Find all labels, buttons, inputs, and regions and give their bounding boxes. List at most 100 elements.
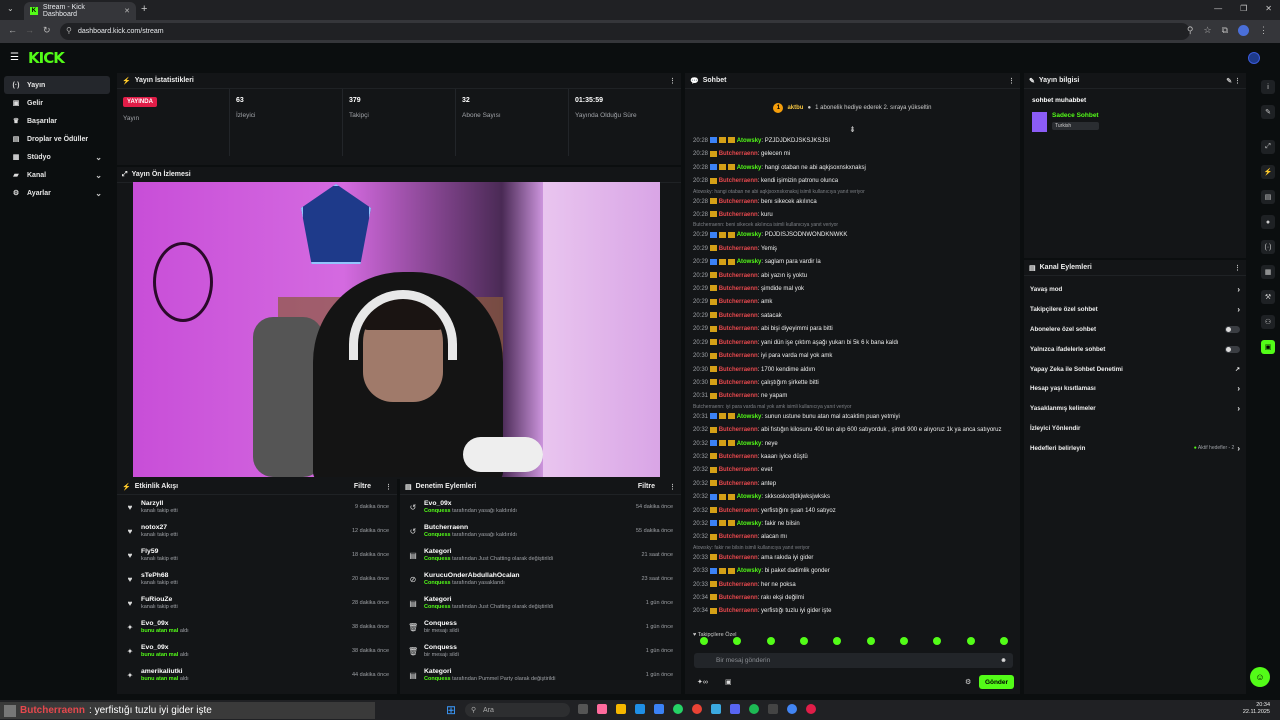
- chat-username[interactable]: Atowsky: [737, 138, 762, 144]
- users-icon[interactable]: ⚇: [1261, 315, 1275, 329]
- chat-message[interactable]: 20:33 Butcherraenn: ama rakıda iyi gider: [685, 552, 1020, 565]
- activity-row[interactable]: ♥ Fly59 kanalı takip etti 18 dakika önce: [117, 543, 397, 567]
- chat-username[interactable]: Butcherraenn: [719, 467, 758, 473]
- kick-plugin-icon[interactable]: ▣: [1261, 340, 1275, 354]
- activity-user[interactable]: FuRiouZe: [141, 596, 178, 603]
- list-icon[interactable]: ▤: [1261, 190, 1275, 204]
- forward-icon[interactable]: →: [25, 25, 34, 35]
- emote-icon[interactable]: [933, 637, 942, 645]
- chat-message[interactable]: 20:28 Butcherraenn: kendi işimizin patro…: [685, 175, 1020, 188]
- chat-message[interactable]: 20:32 Atowsky: fakir ne bilsin: [685, 518, 1020, 531]
- layout-icon[interactable]: ▦: [1261, 265, 1275, 279]
- whatsapp-icon[interactable]: [673, 704, 683, 714]
- chat-username[interactable]: Butcherraenn: [719, 151, 758, 157]
- emote-icon[interactable]: [700, 637, 708, 645]
- sidebar-item-droplar[interactable]: ▤ Droplar ve Ödüller: [4, 130, 110, 148]
- chat-message-input[interactable]: Bir mesaj gönderin ☻: [694, 653, 1013, 668]
- chat-message[interactable]: 20:33 Atowsky: bi paket dadimlik gonder: [685, 565, 1020, 578]
- task-view-icon[interactable]: [578, 704, 588, 714]
- chat-users-icon[interactable]: ▣: [725, 678, 732, 686]
- filter-button[interactable]: Filtre: [638, 483, 655, 490]
- activity-row[interactable]: ✦ amerikaliutki bunu atan mal aldı 44 dakik…: [117, 663, 397, 687]
- chat-username[interactable]: Butcherraenn: [719, 508, 758, 514]
- channel-action-item[interactable]: Yalnızca ifadelerle sohbet: [1024, 339, 1246, 359]
- chrome-icon[interactable]: [692, 704, 702, 714]
- moderation-target[interactable]: Evo_09x: [424, 500, 517, 507]
- sidebar-item-ayarlar[interactable]: ⚙ Ayarlar ⌄: [4, 184, 110, 202]
- spotify-icon[interactable]: [749, 704, 759, 714]
- chat-message[interactable]: 20:29 Butcherraenn: abi bişi diyeyimmi p…: [685, 323, 1020, 336]
- moderation-target[interactable]: Kategori: [424, 668, 555, 675]
- chat-message[interactable]: 20:29 Atowsky: saglam para vardir la: [685, 256, 1020, 269]
- chat-username[interactable]: Butcherraenn: [719, 313, 758, 319]
- activity-user[interactable]: Fly59: [141, 548, 178, 555]
- app-icon[interactable]: [806, 704, 816, 714]
- chrome-profile-icon[interactable]: [787, 704, 797, 714]
- activity-row[interactable]: ✦ Evo_09x bunu atan mal aldı 38 dakika önce: [117, 615, 397, 639]
- emote-icon[interactable]: [733, 637, 742, 645]
- chat-username[interactable]: Butcherraenn: [719, 427, 758, 433]
- pin-icon[interactable]: ⇟: [685, 126, 1020, 135]
- activity-row[interactable]: ♥ notox27 kanalı takip etti 12 dakika önce: [117, 519, 397, 543]
- chat-message[interactable]: 20:32 Atowsky: skksoskod|dkjwksjwksks: [685, 491, 1020, 504]
- chat-message[interactable]: 20:29 Butcherraenn: abi yazın iş yoktu: [685, 270, 1020, 283]
- activity-user[interactable]: Narzyll: [141, 500, 178, 507]
- moderation-row[interactable]: ↺ Butcherraenn Conquess tarafından yasağı …: [400, 519, 681, 543]
- chat-message[interactable]: 20:28 Butcherraenn: kuru: [685, 209, 1020, 222]
- broadcast-icon[interactable]: (·): [1261, 240, 1275, 254]
- more-options-icon[interactable]: ⋮: [385, 483, 392, 491]
- toggle-switch[interactable]: [1225, 325, 1240, 333]
- wrench-icon[interactable]: ⚒: [1261, 290, 1275, 304]
- activity-user[interactable]: notox27: [141, 524, 178, 531]
- moderation-target[interactable]: Kategori: [424, 548, 553, 555]
- chat-message[interactable]: 20:33 Butcherraenn: her ne poksa: [685, 579, 1020, 592]
- kick-logo[interactable]: KICK: [28, 49, 65, 67]
- moderation-row[interactable]: ↺ Evo_09x Conquess tarafından yasağı kaldı…: [400, 495, 681, 519]
- chat-message[interactable]: 20:34 Butcherraenn: rakı ekşi değilmi: [685, 592, 1020, 605]
- chat-username[interactable]: Butcherraenn: [719, 555, 758, 561]
- chat-message[interactable]: 20:30 Butcherraenn: çalıştığım şirkette …: [685, 377, 1020, 390]
- info-icon[interactable]: i: [1261, 80, 1275, 94]
- chat-message[interactable]: 20:32 Butcherraenn: evet: [685, 464, 1020, 477]
- chat-username[interactable]: Butcherraenn: [719, 178, 758, 184]
- taskbar-search[interactable]: ⚲ Ara: [465, 703, 570, 717]
- activity-row[interactable]: ✦ Evo_09x bunu atan mal aldı 38 dakika önce: [117, 639, 397, 663]
- more-options-icon[interactable]: ⋮: [1234, 264, 1241, 272]
- chat-username[interactable]: Atowsky: [737, 441, 762, 447]
- chat-username[interactable]: Butcherraenn: [719, 286, 758, 292]
- moderation-row[interactable]: 🗑 Conquess bir mesajı sildi 1 gün önce: [400, 639, 681, 663]
- moderation-row[interactable]: ▤ Kategori Conquess tarafından Pummel Part…: [400, 663, 681, 687]
- back-icon[interactable]: ←: [8, 25, 17, 35]
- chat-username[interactable]: Atowsky: [737, 259, 762, 265]
- chat-message[interactable]: 20:32 Butcherraenn: abi fıstığın kilosun…: [685, 424, 1020, 437]
- edge-icon[interactable]: [635, 704, 645, 714]
- moderation-target[interactable]: Butcherraenn: [424, 524, 517, 531]
- chat-username[interactable]: Butcherraenn: [719, 595, 758, 601]
- chat-message[interactable]: 20:32 Butcherraenn: yerfistığını şuan 14…: [685, 505, 1020, 518]
- chat-username[interactable]: Butcherraenn: [719, 367, 758, 373]
- stream-preview-video[interactable]: [133, 182, 660, 477]
- tab-close-icon[interactable]: ✕: [124, 7, 130, 15]
- support-chat-icon[interactable]: ☺: [1250, 667, 1270, 687]
- app-icon[interactable]: [768, 704, 778, 714]
- lightning-icon[interactable]: ⚡: [1261, 165, 1275, 179]
- more-options-icon[interactable]: ⋮: [1008, 77, 1015, 85]
- chat-message[interactable]: 20:28 Butcherraenn: benı sikecek akılınc…: [685, 196, 1020, 209]
- reload-icon[interactable]: ↻: [43, 25, 51, 36]
- site-info-icon[interactable]: ⚲: [66, 26, 72, 35]
- address-bar[interactable]: ⚲ dashboard.kick.com/stream: [60, 23, 1190, 40]
- emote-icon[interactable]: [799, 637, 808, 645]
- chat-username[interactable]: Butcherraenn: [719, 582, 758, 588]
- chat-message[interactable]: 20:29 Butcherraenn: amk: [685, 296, 1020, 309]
- activity-row[interactable]: ♥ FuRiouZe kanalı takip etti 28 dakika önce: [117, 591, 397, 615]
- chat-username[interactable]: Butcherraenn: [719, 199, 758, 205]
- chat-username[interactable]: Butcherraenn: [719, 380, 758, 386]
- close-window-icon[interactable]: ✕: [1265, 4, 1272, 13]
- store-icon[interactable]: [654, 704, 664, 714]
- chat-username[interactable]: Butcherraenn: [719, 353, 758, 359]
- chat-message[interactable]: 20:31 Atowsky: sunun ustune bunu atan ma…: [685, 411, 1020, 424]
- windows-start-icon[interactable]: ⊞: [446, 703, 456, 717]
- chat-username[interactable]: Atowsky: [737, 414, 762, 420]
- user-avatar[interactable]: [1248, 52, 1260, 64]
- chat-username[interactable]: Butcherraenn: [719, 299, 758, 305]
